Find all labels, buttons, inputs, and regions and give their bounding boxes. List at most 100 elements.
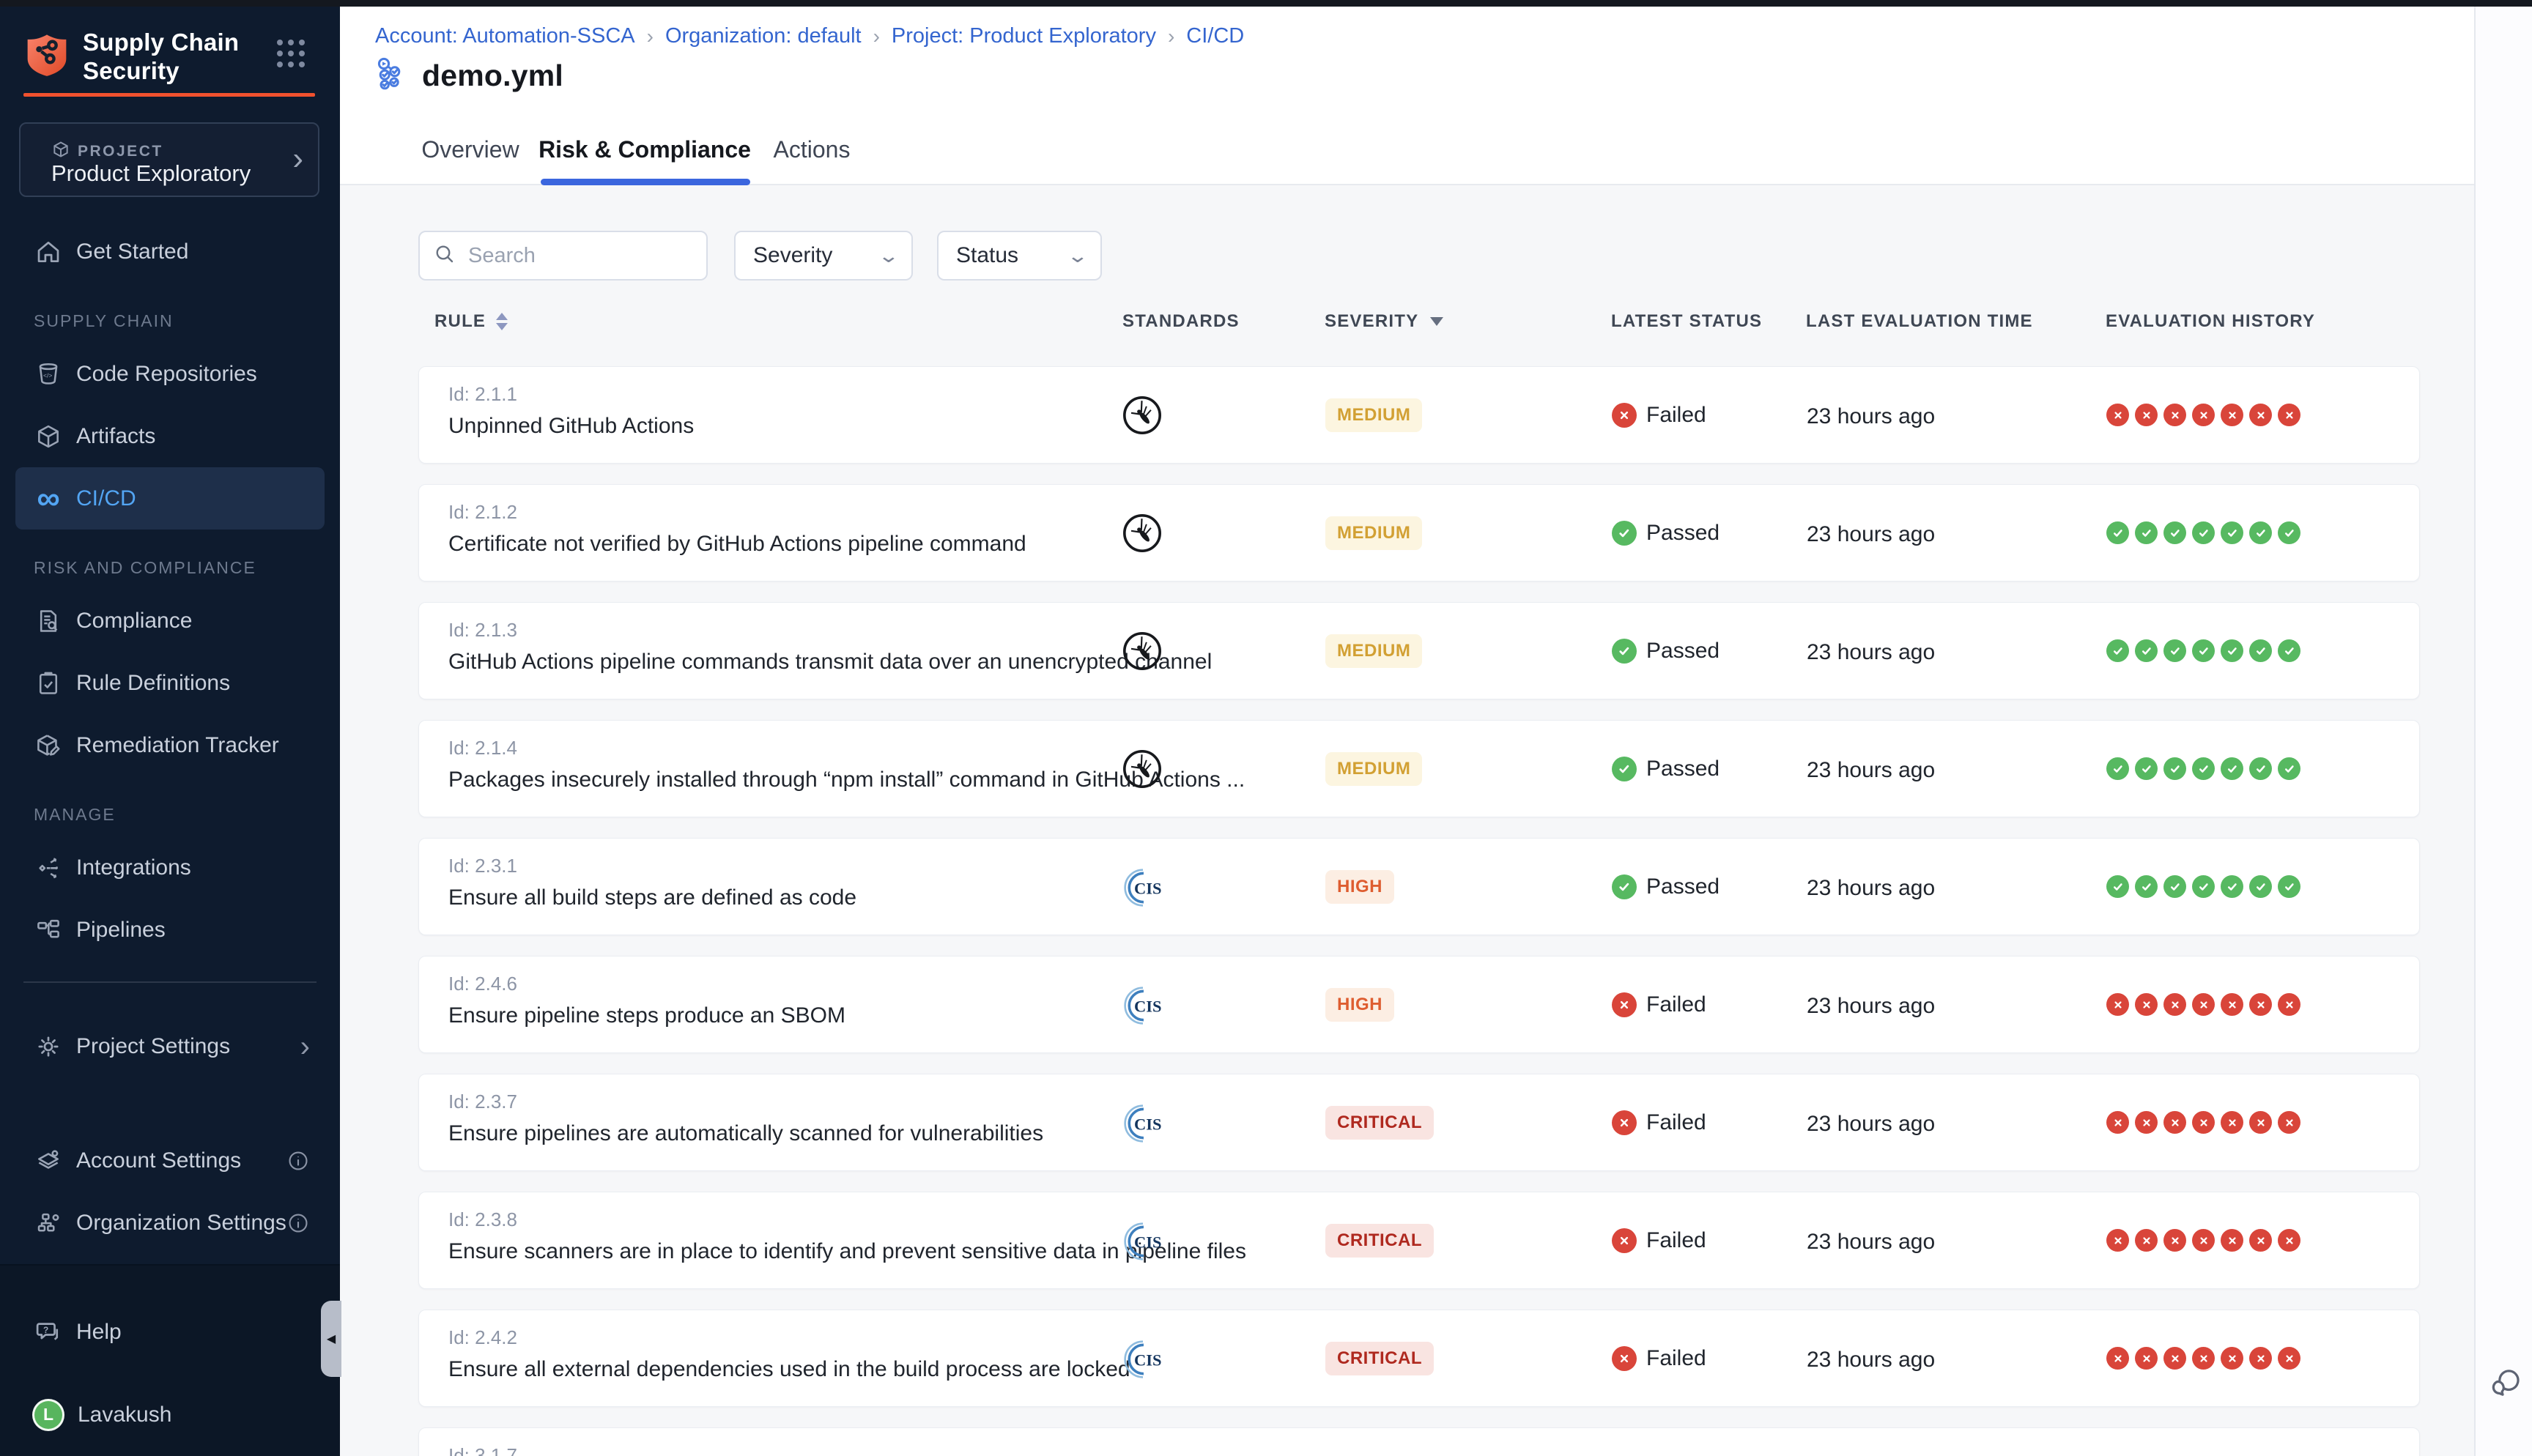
history-pass-icon[interactable] <box>2163 521 2186 544</box>
history-pass-icon[interactable] <box>2192 521 2215 544</box>
history-fail-icon[interactable] <box>2249 1229 2272 1252</box>
history-pass-icon[interactable] <box>2135 757 2158 780</box>
column-header-evaluation-history[interactable]: EVALUATION HISTORY <box>2106 308 2315 335</box>
history-pass-icon[interactable] <box>2192 639 2215 662</box>
history-pass-icon[interactable] <box>2135 875 2158 898</box>
history-fail-icon[interactable] <box>2221 1111 2243 1134</box>
sidebar-item-account-settings[interactable]: Account Settings <box>15 1129 325 1192</box>
history-fail-icon[interactable] <box>2278 404 2300 426</box>
history-pass-icon[interactable] <box>2221 875 2243 898</box>
history-fail-icon[interactable] <box>2192 1347 2215 1370</box>
tab-risk-compliance[interactable]: Risk & Compliance <box>538 124 751 175</box>
history-pass-icon[interactable] <box>2106 639 2129 662</box>
history-fail-icon[interactable] <box>2192 993 2215 1016</box>
history-fail-icon[interactable] <box>2135 1111 2158 1134</box>
status-filter[interactable]: Status ⌄ <box>937 231 1102 281</box>
breadcrumb-link[interactable]: Project: Product Exploratory <box>892 24 1156 48</box>
sidebar-item-project-settings[interactable]: Project Settings › <box>15 1015 325 1077</box>
history-pass-icon[interactable] <box>2249 639 2272 662</box>
app-grid-icon[interactable] <box>277 40 306 69</box>
history-pass-icon[interactable] <box>2221 639 2243 662</box>
history-fail-icon[interactable] <box>2278 993 2300 1016</box>
breadcrumb-link[interactable]: Organization: default <box>665 24 862 48</box>
table-row[interactable]: Id: 2.1.2 Certificate not verified by Gi… <box>418 484 2420 582</box>
info-icon[interactable] <box>286 1149 310 1173</box>
history-pass-icon[interactable] <box>2192 757 2215 780</box>
table-row[interactable]: Id: 2.3.7 Ensure pipelines are automatic… <box>418 1074 2420 1171</box>
chat-bubbles-icon[interactable] <box>2487 1365 2522 1400</box>
history-fail-icon[interactable] <box>2163 1347 2186 1370</box>
sidebar-item-compliance[interactable]: Compliance <box>15 590 325 652</box>
sidebar-item-pipelines[interactable]: Pipelines <box>15 899 325 961</box>
breadcrumb-link[interactable]: CI/CD <box>1186 24 1244 48</box>
history-fail-icon[interactable] <box>2192 404 2215 426</box>
sidebar-item-organization-settings[interactable]: Organization Settings <box>15 1192 325 1254</box>
sidebar-item-code-repositories[interactable]: </>Code Repositories <box>15 343 325 405</box>
info-icon[interactable] <box>286 1211 310 1235</box>
history-pass-icon[interactable] <box>2106 521 2129 544</box>
sidebar-item-artifacts[interactable]: Artifacts <box>15 405 325 467</box>
history-pass-icon[interactable] <box>2106 757 2129 780</box>
history-fail-icon[interactable] <box>2192 1229 2215 1252</box>
history-pass-icon[interactable] <box>2278 757 2300 780</box>
history-fail-icon[interactable] <box>2249 1347 2272 1370</box>
column-header-latest-status[interactable]: LATEST STATUS <box>1611 308 1762 335</box>
column-header-last-evaluation-time[interactable]: LAST EVALUATION TIME <box>1806 308 2033 335</box>
history-fail-icon[interactable] <box>2106 1347 2129 1370</box>
history-pass-icon[interactable] <box>2249 521 2272 544</box>
sidebar-item-ci-cd[interactable]: ∞CI/CD <box>15 467 325 530</box>
table-row[interactable]: Id: 2.3.8 Ensure scanners are in place t… <box>418 1192 2420 1289</box>
sidebar-item-get-started[interactable]: Get Started <box>15 220 325 283</box>
history-fail-icon[interactable] <box>2106 993 2129 1016</box>
history-fail-icon[interactable] <box>2221 404 2243 426</box>
history-pass-icon[interactable] <box>2163 757 2186 780</box>
history-pass-icon[interactable] <box>2135 639 2158 662</box>
history-fail-icon[interactable] <box>2163 1229 2186 1252</box>
history-fail-icon[interactable] <box>2106 404 2129 426</box>
history-pass-icon[interactable] <box>2192 875 2215 898</box>
column-header-severity[interactable]: SEVERITY <box>1325 308 1443 335</box>
sidebar-collapse-handle[interactable]: ◀ <box>321 1301 341 1377</box>
history-pass-icon[interactable] <box>2278 875 2300 898</box>
history-fail-icon[interactable] <box>2163 404 2186 426</box>
history-fail-icon[interactable] <box>2163 993 2186 1016</box>
history-fail-icon[interactable] <box>2278 1229 2300 1252</box>
history-pass-icon[interactable] <box>2163 875 2186 898</box>
sidebar-item-remediation-tracker[interactable]: Remediation Tracker <box>15 714 325 776</box>
table-row[interactable]: Id: 2.1.1 Unpinned GitHub Actions MEDIUM… <box>418 366 2420 464</box>
history-fail-icon[interactable] <box>2221 993 2243 1016</box>
breadcrumb-link[interactable]: Account: Automation-SSCA <box>375 24 635 48</box>
history-pass-icon[interactable] <box>2163 639 2186 662</box>
history-pass-icon[interactable] <box>2135 521 2158 544</box>
history-fail-icon[interactable] <box>2163 1111 2186 1134</box>
column-header-standards[interactable]: STANDARDS <box>1122 308 1240 335</box>
history-fail-icon[interactable] <box>2278 1347 2300 1370</box>
history-pass-icon[interactable] <box>2106 875 2129 898</box>
history-fail-icon[interactable] <box>2135 404 2158 426</box>
history-pass-icon[interactable] <box>2249 757 2272 780</box>
search-input[interactable] <box>467 243 686 269</box>
history-fail-icon[interactable] <box>2135 1229 2158 1252</box>
project-selector[interactable]: PROJECT Product Exploratory › <box>19 122 319 197</box>
history-fail-icon[interactable] <box>2278 1111 2300 1134</box>
history-fail-icon[interactable] <box>2135 993 2158 1016</box>
history-pass-icon[interactable] <box>2278 639 2300 662</box>
table-row[interactable]: Id: 2.1.3 GitHub Actions pipeline comman… <box>418 602 2420 699</box>
history-fail-icon[interactable] <box>2249 993 2272 1016</box>
history-fail-icon[interactable] <box>2249 404 2272 426</box>
history-fail-icon[interactable] <box>2221 1347 2243 1370</box>
sort-icon[interactable] <box>496 313 508 330</box>
history-fail-icon[interactable] <box>2106 1229 2129 1252</box>
sidebar-item-integrations[interactable]: Integrations <box>15 836 325 899</box>
table-row[interactable]: Id: 2.4.2 Ensure all external dependenci… <box>418 1310 2420 1407</box>
history-fail-icon[interactable] <box>2249 1111 2272 1134</box>
tab-overview[interactable]: Overview <box>421 124 519 175</box>
tab-actions[interactable]: Actions <box>774 124 851 175</box>
user-menu[interactable]: L Lavakush <box>15 1383 325 1446</box>
history-fail-icon[interactable] <box>2192 1111 2215 1134</box>
history-fail-icon[interactable] <box>2221 1229 2243 1252</box>
sidebar-item-help[interactable]: ? Help <box>15 1301 325 1363</box>
history-pass-icon[interactable] <box>2221 757 2243 780</box>
severity-filter[interactable]: Severity ⌄ <box>734 231 913 281</box>
table-row[interactable]: Id: 2.1.4 Packages insecurely installed … <box>418 720 2420 817</box>
